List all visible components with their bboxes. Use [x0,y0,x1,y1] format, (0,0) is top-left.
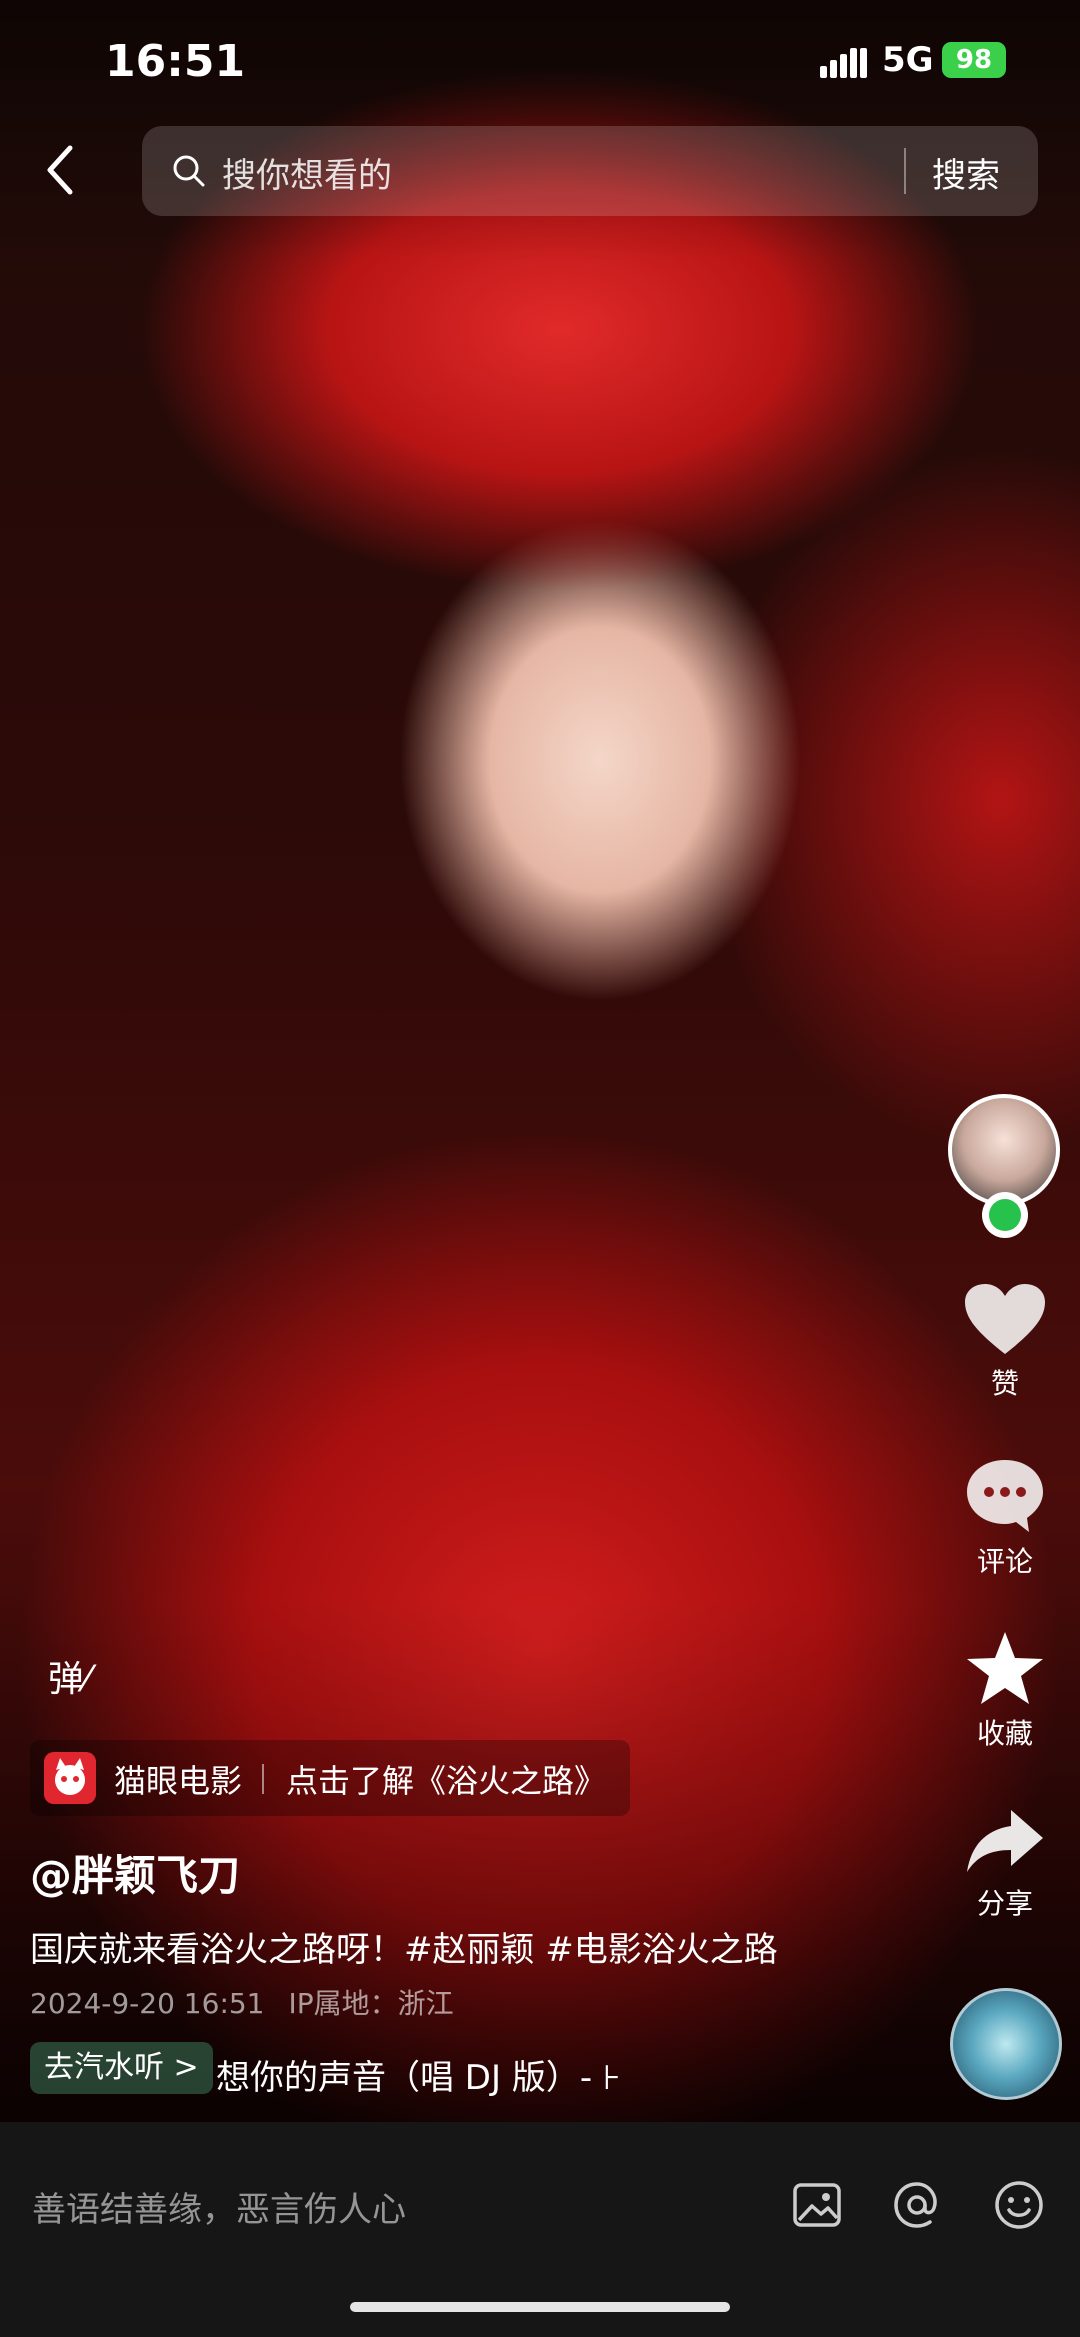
network-type: 5G [882,40,934,80]
search-input[interactable]: 搜你想看的 [222,148,392,197]
status-bar: 16:51 5G 98 [0,0,1080,120]
search-bar[interactable]: 搜你想看的 搜索 [142,126,1038,216]
maoyan-logo-icon [44,1752,96,1804]
promo-link[interactable]: 点击了解《浴火之路》 [286,1756,606,1802]
promo-brand: 猫眼电影 [114,1762,243,1800]
search-divider [904,148,906,194]
favorite-label: 收藏 [976,1717,1033,1750]
share-label: 分享 [976,1887,1033,1920]
author-name[interactable]: @胖颖飞刀 [30,1842,240,1903]
post-meta: 2024-9-20 16:51 IP属地：浙江 [30,1982,454,2022]
comment-bar: 善语结善缘，恶言伤人心 [0,2122,1080,2337]
comment-label: 评论 [976,1545,1033,1578]
post-date: 2024-9-20 16:51 [30,1987,265,2020]
battery-indicator: 98 [942,42,1006,78]
search-icon [173,155,205,187]
post-caption[interactable]: 国庆就来看浴火之路呀！#赵丽颖 #电影浴火之路 [30,1922,778,1971]
status-time: 16:51 [105,36,246,87]
home-indicator[interactable] [350,2302,730,2312]
post-ip-location: IP属地：浙江 [288,1987,454,2020]
star-icon [967,1632,1043,1704]
music-disc[interactable] [950,1988,1062,2100]
follow-badge[interactable] [982,1192,1028,1238]
heart-icon [965,1284,1045,1354]
like-button[interactable]: 赞 [950,1282,1060,1402]
danmaku-label: 弹 [48,1659,85,1700]
danmaku-toggle[interactable]: 弹⁄ [48,1650,90,1702]
share-button[interactable]: 分享 [950,1806,1060,1922]
promo-card[interactable]: 猫眼电影 点击了解《浴火之路》 [30,1740,630,1816]
follow-check-icon [989,1199,1021,1231]
at-icon[interactable] [890,2178,944,2232]
signal-icon [820,48,867,78]
share-arrow-icon [967,1810,1043,1872]
image-icon[interactable] [790,2178,844,2232]
music-title[interactable]: 想你的声音（唱 DJ 版）- ⊦ [216,2050,621,2099]
creator-avatar[interactable] [948,1094,1060,1206]
listen-in-qishui-button[interactable]: 去汽水听 > [30,2042,213,2094]
favorite-button[interactable]: 收藏 [950,1628,1060,1752]
promo-divider [262,1764,264,1794]
search-button[interactable]: 搜索 [932,148,1000,197]
danmaku-slash-icon: ⁄ [84,1659,91,1700]
smile-icon[interactable] [992,2178,1046,2232]
comment-button[interactable]: 评论 [950,1456,1060,1580]
comment-input[interactable]: 善语结善缘，恶言伤人心 [32,2182,406,2231]
speech-bubble-icon [967,1460,1043,1532]
chevron-left-icon[interactable] [40,140,80,200]
like-label: 赞 [990,1367,1019,1400]
